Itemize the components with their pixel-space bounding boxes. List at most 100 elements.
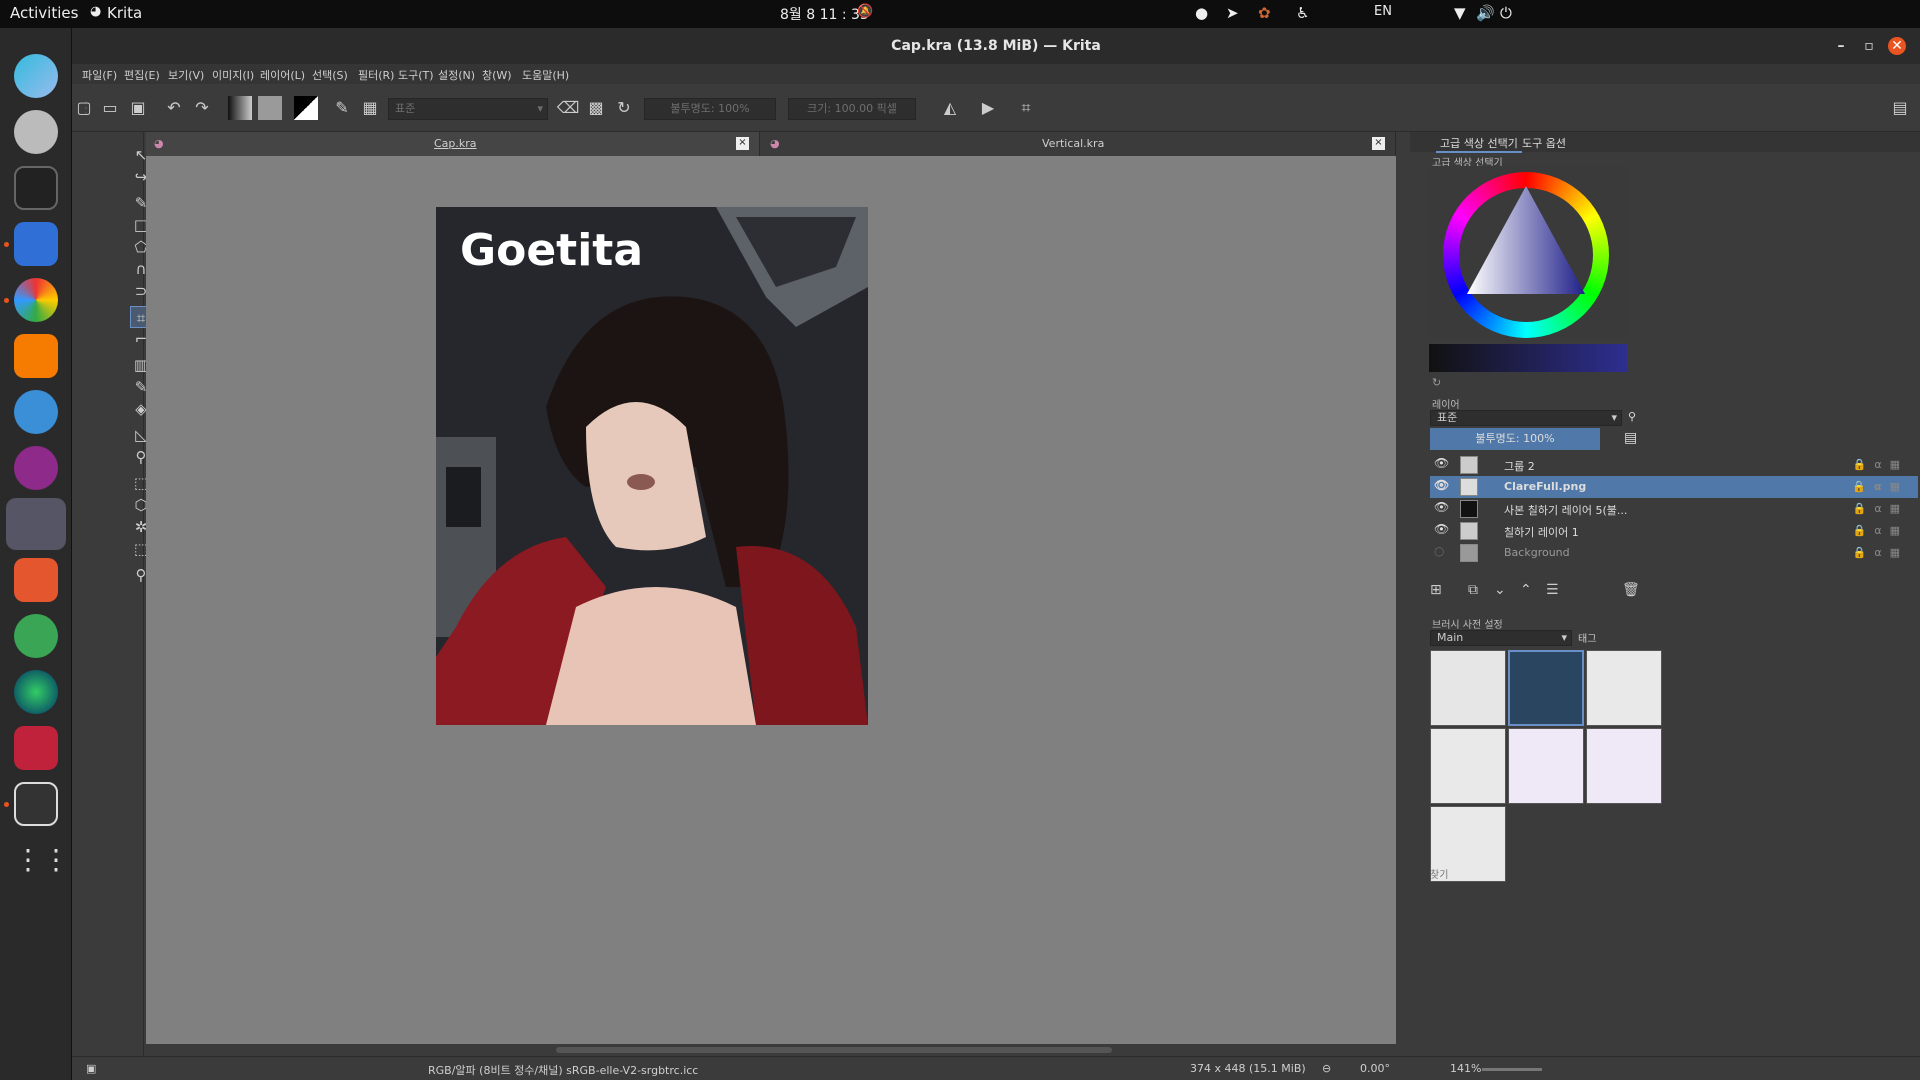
brush-preset-marker[interactable] [1430,728,1506,804]
zoom-slider[interactable] [1482,1068,1542,1071]
files-icon[interactable] [14,222,58,266]
brush-preset-purple[interactable] [1508,728,1584,804]
krita-launcher-icon[interactable] [14,54,58,98]
visibility-eye-icon[interactable]: 👁 [1434,456,1449,470]
color-wheel[interactable] [1429,166,1627,338]
brush-preset-ink-selected[interactable] [1508,650,1584,726]
size-slider[interactable]: 크기: 100.00 픽셀 [788,98,916,120]
redo-icon[interactable]: ↷ [190,96,214,120]
brush-preset-violet[interactable] [1586,728,1662,804]
rider-icon[interactable] [14,726,58,770]
move-up-icon[interactable]: ⌃ [1520,582,1532,598]
open-folder-icon[interactable]: ▭ [98,96,122,120]
layer-row[interactable]: 👁 그룹 2 🔒α▦ [1430,454,1918,476]
volume-icon[interactable]: 🔊 [1476,4,1495,22]
horizontal-scrollbar[interactable] [146,1044,1396,1056]
layer-lock-alpha-icons[interactable]: 🔒α▦ [1853,524,1908,537]
telegram-icon[interactable]: ➤ [1226,4,1239,22]
menu-file[interactable]: 파일(F) [82,67,117,83]
gradient-preset-icon[interactable] [228,96,252,120]
visibility-eye-icon[interactable]: 👁 [1434,522,1449,536]
reload-preset-icon[interactable]: ↻ [612,96,636,120]
delete-layer-icon[interactable]: 🗑 [1622,582,1640,598]
visibility-eye-icon[interactable]: 👁 [1434,500,1449,514]
tab-close-icon[interactable]: × [736,137,749,150]
brush-settings-icon[interactable]: ▦ [358,96,382,120]
layer-row[interactable]: ○ Background 🔒α▦ [1430,542,1918,564]
tab-vertical[interactable]: ◕ Vertical.kra × [762,132,1396,156]
camera-icon[interactable] [14,670,58,714]
chrome-icon[interactable] [14,278,58,322]
krita-active-icon[interactable] [6,498,66,550]
menu-layer[interactable]: 레이어(L) [260,67,305,83]
downloader-icon[interactable] [14,558,58,602]
artwork-image[interactable]: Goetita [436,207,868,725]
tab-color-selector[interactable]: 고급 색상 선택기 [1436,135,1522,153]
brush-tag-button[interactable]: 태그 [1578,630,1596,645]
duplicate-layer-icon[interactable]: ⧉ [1468,582,1478,598]
refresh-icon[interactable]: ↻ [1432,376,1441,389]
status-doc-icon[interactable]: ▣ [86,1062,96,1075]
brush-group-select[interactable]: Main ▾ [1430,630,1572,646]
firefox-icon[interactable] [14,390,58,434]
menu-select[interactable]: 선택(S) [312,67,348,83]
menu-filter[interactable]: 필터(R) [358,67,394,83]
layer-settings-icon[interactable]: ☰ [1546,582,1559,598]
layer-lock-alpha-icons[interactable]: 🔒α▦ [1852,480,1908,493]
layer-properties-icon[interactable]: ▤ [1624,430,1637,446]
close-icon[interactable]: ✕ [1888,37,1906,55]
show-apps-icon[interactable]: ⋮⋮ [14,838,70,882]
canvas-area[interactable]: Goetita [146,156,1396,1044]
mirror-horizontal-icon[interactable]: ◭ [938,96,962,120]
ubuntu-software-icon[interactable] [14,446,58,490]
layer-opacity-slider[interactable]: 불투명도: 100% [1430,428,1600,450]
activities-button[interactable]: Activities [10,4,78,22]
menu-image[interactable]: 이미지(I) [212,67,254,83]
color-history-strip[interactable] [1429,344,1627,372]
layer-row[interactable]: 👁 사본 칠하기 레이어 5(불... 🔒α▦ [1430,498,1918,520]
terminal-icon[interactable] [14,166,58,210]
opacity-slider[interactable]: 불투명도: 100% [644,98,776,120]
brush-search-input[interactable]: 찾기 [1430,866,1620,882]
update-icon[interactable] [14,614,58,658]
new-document-icon[interactable]: ▢ [72,96,96,120]
save-icon[interactable]: ▣ [126,96,150,120]
media-player-icon[interactable] [14,334,58,378]
menu-window[interactable]: 창(W) [482,67,512,83]
menu-view[interactable]: 보기(V) [168,67,204,83]
menu-edit[interactable]: 편집(E) [124,67,160,83]
app-menu-label[interactable]: Krita [107,4,142,22]
rotation-reset-icon[interactable]: ⊖ [1322,1062,1331,1075]
layer-row-selected[interactable]: 👁 ClareFull.png 🔒α▦ [1430,476,1918,498]
undo-icon[interactable]: ↶ [162,96,186,120]
brush-preset-eraser[interactable] [1430,650,1506,726]
mirror-vertical-icon[interactable]: ▶ [976,96,1000,120]
layer-lock-alpha-icons[interactable]: 🔒α▦ [1853,546,1908,559]
vertical-scrollbar[interactable] [1396,156,1410,1044]
tray-app-icon[interactable]: ● [1195,4,1208,22]
layer-lock-alpha-icons[interactable]: 🔒α▦ [1853,502,1908,515]
power-icon[interactable]: ⏻ [1500,4,1512,22]
layer-row[interactable]: 👁 칠하기 레이어 1 🔒α▦ [1430,520,1918,542]
pattern-preset-icon[interactable] [258,96,282,120]
tray-color-icon[interactable]: ✿ [1258,4,1271,22]
move-down-icon[interactable]: ⌄ [1494,582,1506,598]
clock[interactable]: 8월 8 11 : 33 [780,4,869,24]
input-language[interactable]: EN [1374,4,1392,19]
visibility-eye-icon[interactable]: 👁 [1434,478,1449,492]
unity-icon[interactable] [14,782,58,826]
tab-tool-options[interactable]: 도구 옵션 [1522,135,1566,151]
wifi-icon[interactable]: ▼ [1454,4,1466,22]
layer-lock-alpha-icons[interactable]: 🔒α▦ [1853,458,1908,471]
preserve-alpha-icon[interactable]: ▩ [584,96,608,120]
layer-blend-select[interactable]: 표준 ▾ [1430,410,1622,426]
add-layer-icon[interactable]: ⊞ [1430,582,1442,598]
tab-cap[interactable]: ◕ Cap.kra × [146,132,760,156]
menu-settings[interactable]: 설정(N) [438,67,475,83]
brush-preset-icon[interactable]: ✎ [330,96,354,120]
brush-preset-pencil[interactable] [1586,650,1662,726]
tab-close-icon[interactable]: × [1372,137,1385,150]
settings-gear-icon[interactable] [14,110,58,154]
fg-bg-color-icon[interactable] [294,96,318,120]
blend-mode-select[interactable]: 표준 ▾ [388,98,548,120]
